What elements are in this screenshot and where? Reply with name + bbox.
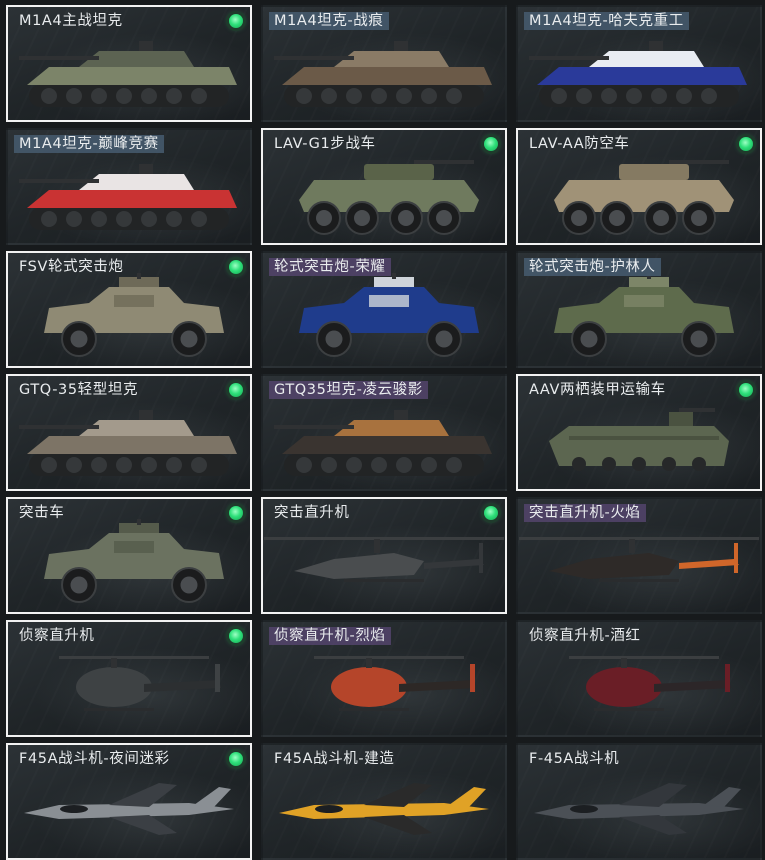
vehicle-name-label: 侦察直升机: [19, 628, 95, 644]
vehicle-name-label: FSV轮式突击炮: [19, 259, 124, 275]
amphibious-icon: [518, 396, 760, 485]
vehicle-card[interactable]: 侦察直升机: [6, 620, 252, 737]
vehicle-name-label: GTQ-35轻型坦克: [19, 382, 139, 398]
scout-helicopter-icon: [8, 642, 250, 731]
vehicle-card[interactable]: 突击车: [6, 497, 252, 614]
vehicle-card[interactable]: F-45A战斗机: [516, 743, 762, 860]
vehicle-skin-grid: M1A4主战坦克 M1A4坦克-战痕 M1A4坦克-哈夫克重工 M1A4坦克-巅…: [0, 0, 765, 860]
vehicle-name-label: M1A4坦克-哈夫克重工: [524, 12, 689, 30]
vehicle-card[interactable]: M1A4坦克-哈夫克重工: [516, 5, 762, 122]
tank-icon: [8, 27, 250, 116]
fighter-jet-icon: [8, 765, 250, 854]
vehicle-name-label: F-45A战斗机: [529, 751, 620, 767]
light-tank-icon: [8, 396, 250, 485]
owned-indicator-icon: [484, 137, 498, 151]
vehicle-name-label: M1A4坦克-巅峰竞赛: [14, 135, 164, 153]
vehicle-name-label: 突击直升机: [274, 505, 350, 521]
attack-helicopter-icon: [263, 519, 505, 608]
owned-indicator-icon: [229, 752, 243, 766]
vehicle-name-label: 突击直升机-火焰: [524, 504, 646, 522]
ifv-icon: [263, 150, 505, 239]
fighter-jet-icon: [518, 765, 760, 854]
vehicle-card[interactable]: FSV轮式突击炮: [6, 251, 252, 368]
aa-vehicle-icon: [518, 150, 760, 239]
assault-gun-icon: [8, 272, 250, 362]
vehicle-name-label: 轮式突击炮-护林人: [524, 258, 661, 276]
vehicle-card[interactable]: LAV-AA防空车: [516, 128, 762, 245]
vehicle-card[interactable]: 突击直升机: [261, 497, 507, 614]
tank-icon: [263, 27, 505, 116]
owned-indicator-icon: [229, 260, 243, 274]
owned-indicator-icon: [739, 137, 753, 151]
vehicle-card[interactable]: M1A4主战坦克: [6, 5, 252, 122]
vehicle-name-label: 侦察直升机-烈焰: [269, 627, 391, 645]
tank-icon: [8, 150, 250, 239]
owned-indicator-icon: [229, 506, 243, 520]
owned-indicator-icon: [229, 629, 243, 643]
owned-indicator-icon: [484, 506, 498, 520]
vehicle-name-label: AAV两栖装甲运输车: [529, 382, 666, 398]
vehicle-card[interactable]: GTQ-35轻型坦克: [6, 374, 252, 491]
vehicle-name-label: 突击车: [19, 505, 65, 521]
assault-gun-icon: [518, 272, 760, 362]
attack-helicopter-icon: [518, 519, 760, 608]
vehicle-card[interactable]: GTQ35坦克-凌云骏影: [261, 374, 507, 491]
vehicle-name-label: F45A战斗机-夜间迷彩: [19, 751, 170, 767]
vehicle-card[interactable]: 轮式突击炮-荣耀: [261, 251, 507, 368]
vehicle-card[interactable]: 侦察直升机-烈焰: [261, 620, 507, 737]
vehicle-card[interactable]: 轮式突击炮-护林人: [516, 251, 762, 368]
vehicle-card[interactable]: 突击直升机-火焰: [516, 497, 762, 614]
vehicle-card[interactable]: M1A4坦克-战痕: [261, 5, 507, 122]
assault-gun-icon: [263, 272, 505, 362]
vehicle-name-label: M1A4坦克-战痕: [269, 12, 389, 30]
vehicle-name-label: 侦察直升机-酒红: [529, 628, 641, 644]
vehicle-card[interactable]: 侦察直升机-酒红: [516, 620, 762, 737]
vehicle-name-label: F45A战斗机-建造: [274, 751, 395, 767]
vehicle-card[interactable]: LAV-G1步战车: [261, 128, 507, 245]
owned-indicator-icon: [739, 383, 753, 397]
fighter-jet-icon: [263, 765, 505, 854]
vehicle-name-label: 轮式突击炮-荣耀: [269, 258, 391, 276]
vehicle-name-label: LAV-AA防空车: [529, 136, 630, 152]
vehicle-name-label: GTQ35坦克-凌云骏影: [269, 381, 428, 399]
vehicle-card[interactable]: F45A战斗机-建造: [261, 743, 507, 860]
vehicle-name-label: M1A4主战坦克: [19, 13, 123, 29]
light-tank-icon: [263, 396, 505, 485]
scout-helicopter-icon: [518, 642, 760, 731]
owned-indicator-icon: [229, 14, 243, 28]
vehicle-card[interactable]: M1A4坦克-巅峰竞赛: [6, 128, 252, 245]
tank-icon: [518, 27, 760, 116]
vehicle-name-label: LAV-G1步战车: [274, 136, 376, 152]
vehicle-card[interactable]: AAV两栖装甲运输车: [516, 374, 762, 491]
scout-helicopter-icon: [263, 642, 505, 731]
assault-vehicle-icon: [8, 518, 250, 608]
owned-indicator-icon: [229, 383, 243, 397]
vehicle-card[interactable]: F45A战斗机-夜间迷彩: [6, 743, 252, 860]
